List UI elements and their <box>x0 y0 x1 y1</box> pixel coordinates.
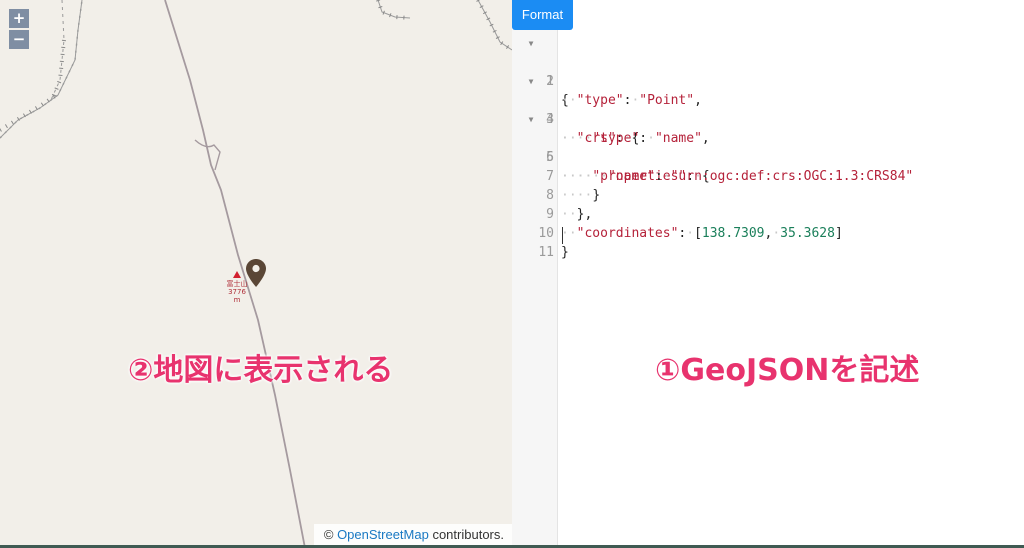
code-line: 9 ··"coordinates":·[138.7309,·35.3628] <box>512 186 1024 241</box>
code-area[interactable]: ▼ 1 { 2 ··"type":·"Point", ▼ 3 ··"crs":·… <box>512 34 1024 260</box>
format-button[interactable]: Format <box>512 0 573 30</box>
code-line: 8 ··}, <box>512 167 1024 222</box>
code-line: ▼ 1 { <box>512 34 1024 108</box>
code-line: ▼ 5 ····"properties":·{ <box>512 110 1024 184</box>
code-line: ▼ 3 ··"crs":·{ <box>512 72 1024 146</box>
openstreetmap-link[interactable]: OpenStreetMap <box>337 527 429 542</box>
code-line: 10 } <box>512 205 1024 260</box>
code-line: 4 ····"type":·"name", <box>512 91 1024 146</box>
attribution-suffix: contributors. <box>428 527 504 542</box>
fold-arrow-icon[interactable]: ▼ <box>526 72 536 91</box>
line-number: 11 <box>538 245 554 260</box>
geojson-editor[interactable]: Format ▼ 1 { 2 ··"type":·"Point", ▼ 3 ··… <box>512 0 1024 548</box>
zoom-in-button[interactable]: + <box>9 9 29 28</box>
fold-arrow-icon[interactable]: ▼ <box>526 110 536 129</box>
code-line: 2 ··"type":·"Point", <box>512 53 1024 108</box>
fold-arrow-icon[interactable]: ▼ <box>526 34 536 53</box>
zoom-out-button[interactable]: − <box>9 30 29 49</box>
map-pin-icon[interactable] <box>246 259 266 287</box>
editor-annotation: ①GeoJSONを記述 <box>655 353 920 388</box>
map-attribution: © OpenStreetMap contributors. <box>313 524 512 546</box>
code-line: 11 <box>512 224 1024 260</box>
peak-elevation: 3776 m <box>228 288 246 304</box>
zoom-control: + − <box>9 9 29 49</box>
code-line: 7 ····} <box>512 148 1024 203</box>
map-view[interactable]: + − 富士山 3776 m ②地図に表示される © OpenStreetMap… <box>0 0 512 548</box>
map-annotation: ②地図に表示される <box>128 353 394 388</box>
text-cursor <box>562 227 563 244</box>
code-line: 6 ······"name":·"urn:ogc:def:crs:OGC:1.3… <box>512 129 1024 184</box>
attribution-prefix: © <box>323 527 338 542</box>
